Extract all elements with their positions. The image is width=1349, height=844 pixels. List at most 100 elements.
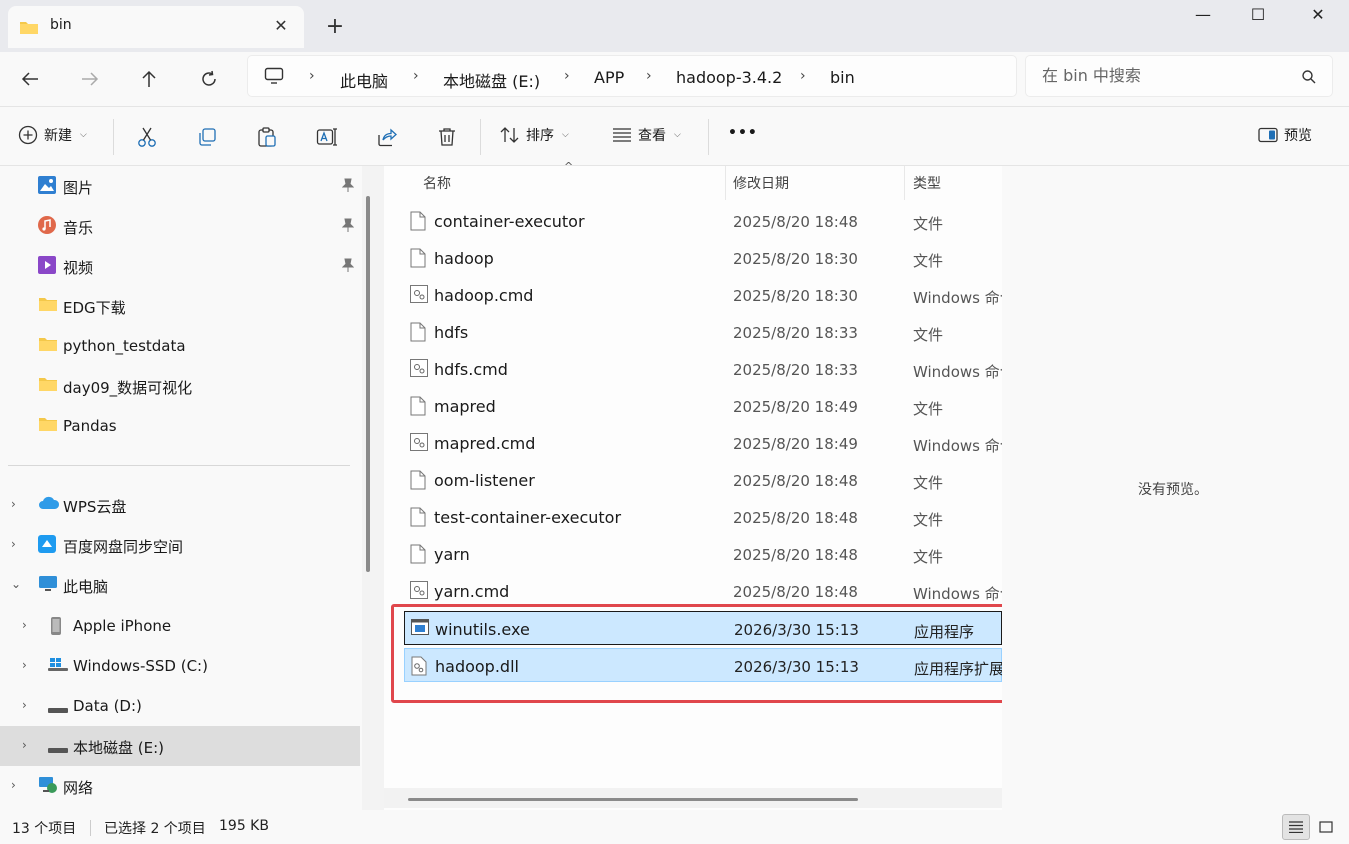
more-options-button[interactable]: •••	[728, 125, 758, 141]
pin-icon[interactable]	[341, 258, 355, 276]
breadcrumb-this-pc[interactable]: 此电脑	[340, 68, 388, 92]
breadcrumb-drive-e[interactable]: 本地磁盘 (E:)	[443, 68, 540, 92]
maximize-button[interactable]: ☐	[1235, 0, 1281, 30]
file-row[interactable]: test-container-executor 2025/8/20 18:48 文件	[404, 500, 1002, 534]
column-header-name[interactable]: 名称	[423, 173, 451, 193]
file-date: 2025/8/20 18:33	[733, 324, 858, 342]
refresh-button[interactable]	[193, 63, 225, 95]
sidebar-item-videos[interactable]: 视频	[0, 246, 360, 286]
tiles-view-button[interactable]	[1312, 814, 1340, 840]
chevron-down-icon[interactable]: ⌄	[11, 577, 21, 591]
sidebar-item-edg-downloads[interactable]: EDG下载	[0, 286, 360, 326]
file-type: 文件	[913, 511, 944, 529]
file-row[interactable]: yarn.cmd 2025/8/20 18:48 Windows 命令脚本	[404, 574, 1002, 608]
view-list-icon	[613, 128, 631, 142]
sidebar-item-this-pc[interactable]: ⌄ 此电脑	[0, 565, 360, 605]
pin-icon[interactable]	[341, 178, 355, 196]
view-button[interactable]: 查看 ⌵	[612, 125, 681, 145]
no-preview-text: 没有预览。	[1138, 482, 1208, 498]
sidebar-item-wps-cloud[interactable]: › WPS云盘	[0, 485, 360, 525]
sort-button[interactable]: 排序 ⌵	[500, 125, 569, 145]
breadcrumb-bin[interactable]: bin	[830, 68, 855, 87]
sidebar-item-label: 图片	[63, 179, 94, 197]
share-icon[interactable]	[375, 125, 399, 149]
sidebar-item-pandas[interactable]: Pandas	[0, 406, 360, 446]
new-tab-button[interactable]: +	[322, 14, 348, 40]
sidebar-scrollbar[interactable]	[366, 196, 370, 572]
phone-icon	[50, 616, 62, 640]
column-separator[interactable]	[725, 166, 726, 200]
paste-icon[interactable]	[255, 125, 279, 149]
music-icon	[38, 216, 56, 238]
breadcrumb-chevron-icon: ›	[800, 68, 806, 84]
chevron-right-icon[interactable]: ›	[22, 658, 27, 672]
cloud-icon	[38, 495, 60, 515]
forward-arrow-icon	[82, 72, 99, 86]
chevron-right-icon[interactable]: ›	[22, 618, 27, 632]
search-input[interactable]	[1042, 66, 1292, 85]
sort-ascending-icon: ^	[564, 160, 574, 173]
address-row: › 此电脑 › 本地磁盘 (E:) › APP › hadoop-3.4.2 ›…	[0, 52, 1349, 106]
file-name: mapred	[434, 397, 496, 416]
chevron-right-icon[interactable]: ›	[22, 738, 27, 752]
pin-icon[interactable]	[341, 218, 355, 236]
cut-icon[interactable]	[135, 125, 159, 149]
sidebar-item-python-testdata[interactable]: python_testdata	[0, 326, 360, 366]
sidebar-item-network[interactable]: › 网络	[0, 766, 360, 806]
horizontal-scrollbar[interactable]	[408, 798, 858, 801]
sidebar-item-pictures[interactable]: 图片	[0, 166, 360, 206]
sidebar-item-drive-c[interactable]: › Windows-SSD (C:)	[0, 646, 360, 686]
file-row[interactable]: hadoop 2025/8/20 18:30 文件	[404, 241, 1002, 275]
title-bar: bin ✕ + — ☐ ✕	[0, 0, 1349, 52]
delete-icon[interactable]	[435, 125, 459, 149]
cmd-file-icon	[410, 581, 428, 603]
toolbar-divider	[480, 119, 481, 155]
file-row[interactable]: oom-listener 2025/8/20 18:48 文件	[404, 463, 1002, 497]
sidebar-item-drive-e[interactable]: › 本地磁盘 (E:)	[0, 726, 360, 766]
column-header-date[interactable]: 修改日期	[733, 173, 789, 193]
selection-count: 已选择 2 个项目	[104, 821, 206, 837]
back-button[interactable]	[14, 63, 46, 95]
column-separator[interactable]	[904, 166, 905, 200]
tab-close-icon[interactable]: ✕	[270, 15, 292, 37]
breadcrumb-app[interactable]: APP	[594, 68, 624, 87]
chevron-right-icon[interactable]: ›	[11, 778, 16, 792]
file-row[interactable]: yarn 2025/8/20 18:48 文件	[404, 537, 1002, 571]
breadcrumb-chevron-icon: ›	[646, 68, 652, 84]
file-row[interactable]: mapred 2025/8/20 18:49 文件	[404, 389, 1002, 423]
search-box[interactable]	[1025, 55, 1333, 97]
selection-size: 195 KB	[219, 818, 269, 834]
up-button[interactable]	[133, 63, 165, 95]
file-name: yarn	[434, 545, 470, 564]
sidebar-item-baidu-sync[interactable]: › 百度网盘同步空间	[0, 525, 360, 565]
address-bar[interactable]: › 此电脑 › 本地磁盘 (E:) › APP › hadoop-3.4.2 ›…	[247, 55, 1017, 97]
file-row[interactable]: container-executor 2025/8/20 18:48 文件	[404, 204, 1002, 238]
file-type: 文件	[913, 252, 944, 270]
close-window-button[interactable]: ✕	[1295, 0, 1341, 30]
file-name: container-executor	[434, 212, 585, 231]
forward-button[interactable]	[74, 63, 106, 95]
search-icon[interactable]	[1302, 70, 1316, 88]
file-row[interactable]: hdfs 2025/8/20 18:33 文件	[404, 315, 1002, 349]
sidebar-item-apple-iphone[interactable]: › Apple iPhone	[0, 606, 360, 646]
new-button[interactable]: 新建 ⌵	[18, 125, 87, 145]
details-view-button[interactable]	[1282, 814, 1310, 840]
file-row[interactable]: hdfs.cmd 2025/8/20 18:33 Windows 命令脚本	[404, 352, 1002, 386]
chevron-right-icon[interactable]: ›	[11, 537, 16, 551]
copy-icon[interactable]	[195, 125, 219, 149]
breadcrumb-hadoop[interactable]: hadoop-3.4.2	[676, 68, 782, 87]
tab-bin[interactable]: bin ✕	[8, 6, 304, 48]
preview-pane-button[interactable]: 预览	[1258, 125, 1312, 145]
file-row[interactable]: hadoop.cmd 2025/8/20 18:30 Windows 命令脚本	[404, 278, 1002, 312]
sidebar-item-music[interactable]: 音乐	[0, 206, 360, 246]
file-row[interactable]: mapred.cmd 2025/8/20 18:49 Windows 命令脚本	[404, 426, 1002, 460]
minimize-button[interactable]: —	[1180, 0, 1226, 30]
file-icon	[410, 248, 426, 272]
sidebar-item-drive-d[interactable]: › Data (D:)	[0, 686, 360, 726]
chevron-right-icon[interactable]: ›	[11, 497, 16, 511]
chevron-right-icon[interactable]: ›	[22, 698, 27, 712]
file-type: 文件	[913, 548, 944, 566]
sidebar-item-day09[interactable]: day09_数据可视化	[0, 366, 360, 406]
rename-icon[interactable]	[315, 125, 339, 149]
column-header-type[interactable]: 类型	[913, 173, 941, 193]
